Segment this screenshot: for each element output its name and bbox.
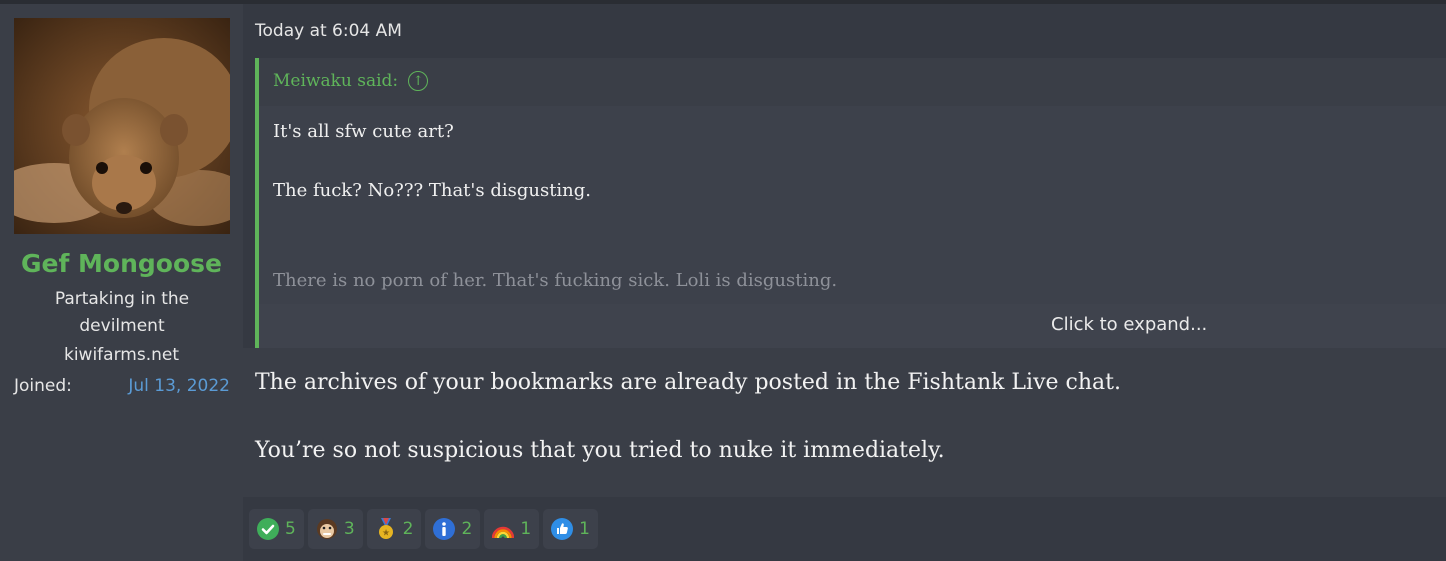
- reaction-thumbs-up[interactable]: 1: [543, 509, 598, 549]
- reaction-rainbow[interactable]: 1: [484, 509, 540, 549]
- reactions-bar: 5 3 ★ 2 2 1 1: [249, 509, 598, 549]
- user-title: Partaking in the devilment: [54, 289, 190, 336]
- arrow-up-circle-icon[interactable]: ↑: [408, 71, 429, 91]
- expand-link[interactable]: Click to expand...: [1051, 314, 1207, 335]
- quote-expand-bar: Click to expand...: [259, 304, 1446, 348]
- monkey-face-icon: [316, 518, 338, 540]
- check-icon: [257, 518, 279, 540]
- thumbs-up-icon: [551, 518, 574, 540]
- quote-line: The fuck? No??? That's disgusting.: [273, 180, 592, 201]
- post-body-line: The archives of your bookmarks are alrea…: [255, 370, 1121, 395]
- quote-header: Meiwaku said: ↑: [259, 58, 1446, 106]
- joined-label: Joined:: [14, 376, 72, 396]
- post-body-line: You’re so not suspicious that you tried …: [255, 438, 945, 463]
- post-date[interactable]: Today at 6:04 AM: [255, 21, 402, 41]
- avatar[interactable]: [14, 18, 230, 234]
- quote-author[interactable]: Meiwaku said: ↑: [273, 71, 429, 91]
- reaction-medal[interactable]: ★ 2: [366, 509, 422, 549]
- reaction-count: 3: [343, 519, 355, 539]
- rainbow-icon: [492, 518, 515, 540]
- reaction-count: 2: [402, 519, 414, 539]
- joined-date[interactable]: Jul 13, 2022: [128, 376, 230, 396]
- svg-text:★: ★: [382, 529, 390, 539]
- reaction-monkey[interactable]: 3: [307, 509, 363, 549]
- username[interactable]: Gef Mongoose: [0, 249, 243, 278]
- medal-icon: ★: [375, 518, 397, 540]
- quote-line-faded: There is no porn of her. That's fucking …: [273, 270, 838, 291]
- reaction-count: 5: [285, 519, 296, 539]
- reaction-check[interactable]: 5: [249, 509, 304, 549]
- quote-block: Meiwaku said: ↑ It's all sfw cute art? T…: [255, 58, 1446, 348]
- post-container: Gef Mongoose Partaking in the devilment …: [0, 0, 1446, 561]
- reaction-count: 1: [579, 519, 590, 539]
- reaction-info[interactable]: 2: [425, 509, 481, 549]
- reaction-count: 1: [520, 519, 532, 539]
- info-icon: [433, 518, 456, 540]
- post-main: Today at 6:04 AM Meiwaku said: ↑ It's al…: [243, 4, 1446, 561]
- post-body: The archives of your bookmarks are alrea…: [243, 348, 1446, 497]
- user-site: kiwifarms.net: [63, 345, 179, 365]
- quote-line: It's all sfw cute art?: [273, 121, 454, 142]
- reaction-count: 2: [461, 519, 473, 539]
- quote-author-label: Meiwaku said:: [273, 71, 399, 91]
- user-info-column: Gef Mongoose Partaking in the devilment …: [0, 4, 243, 561]
